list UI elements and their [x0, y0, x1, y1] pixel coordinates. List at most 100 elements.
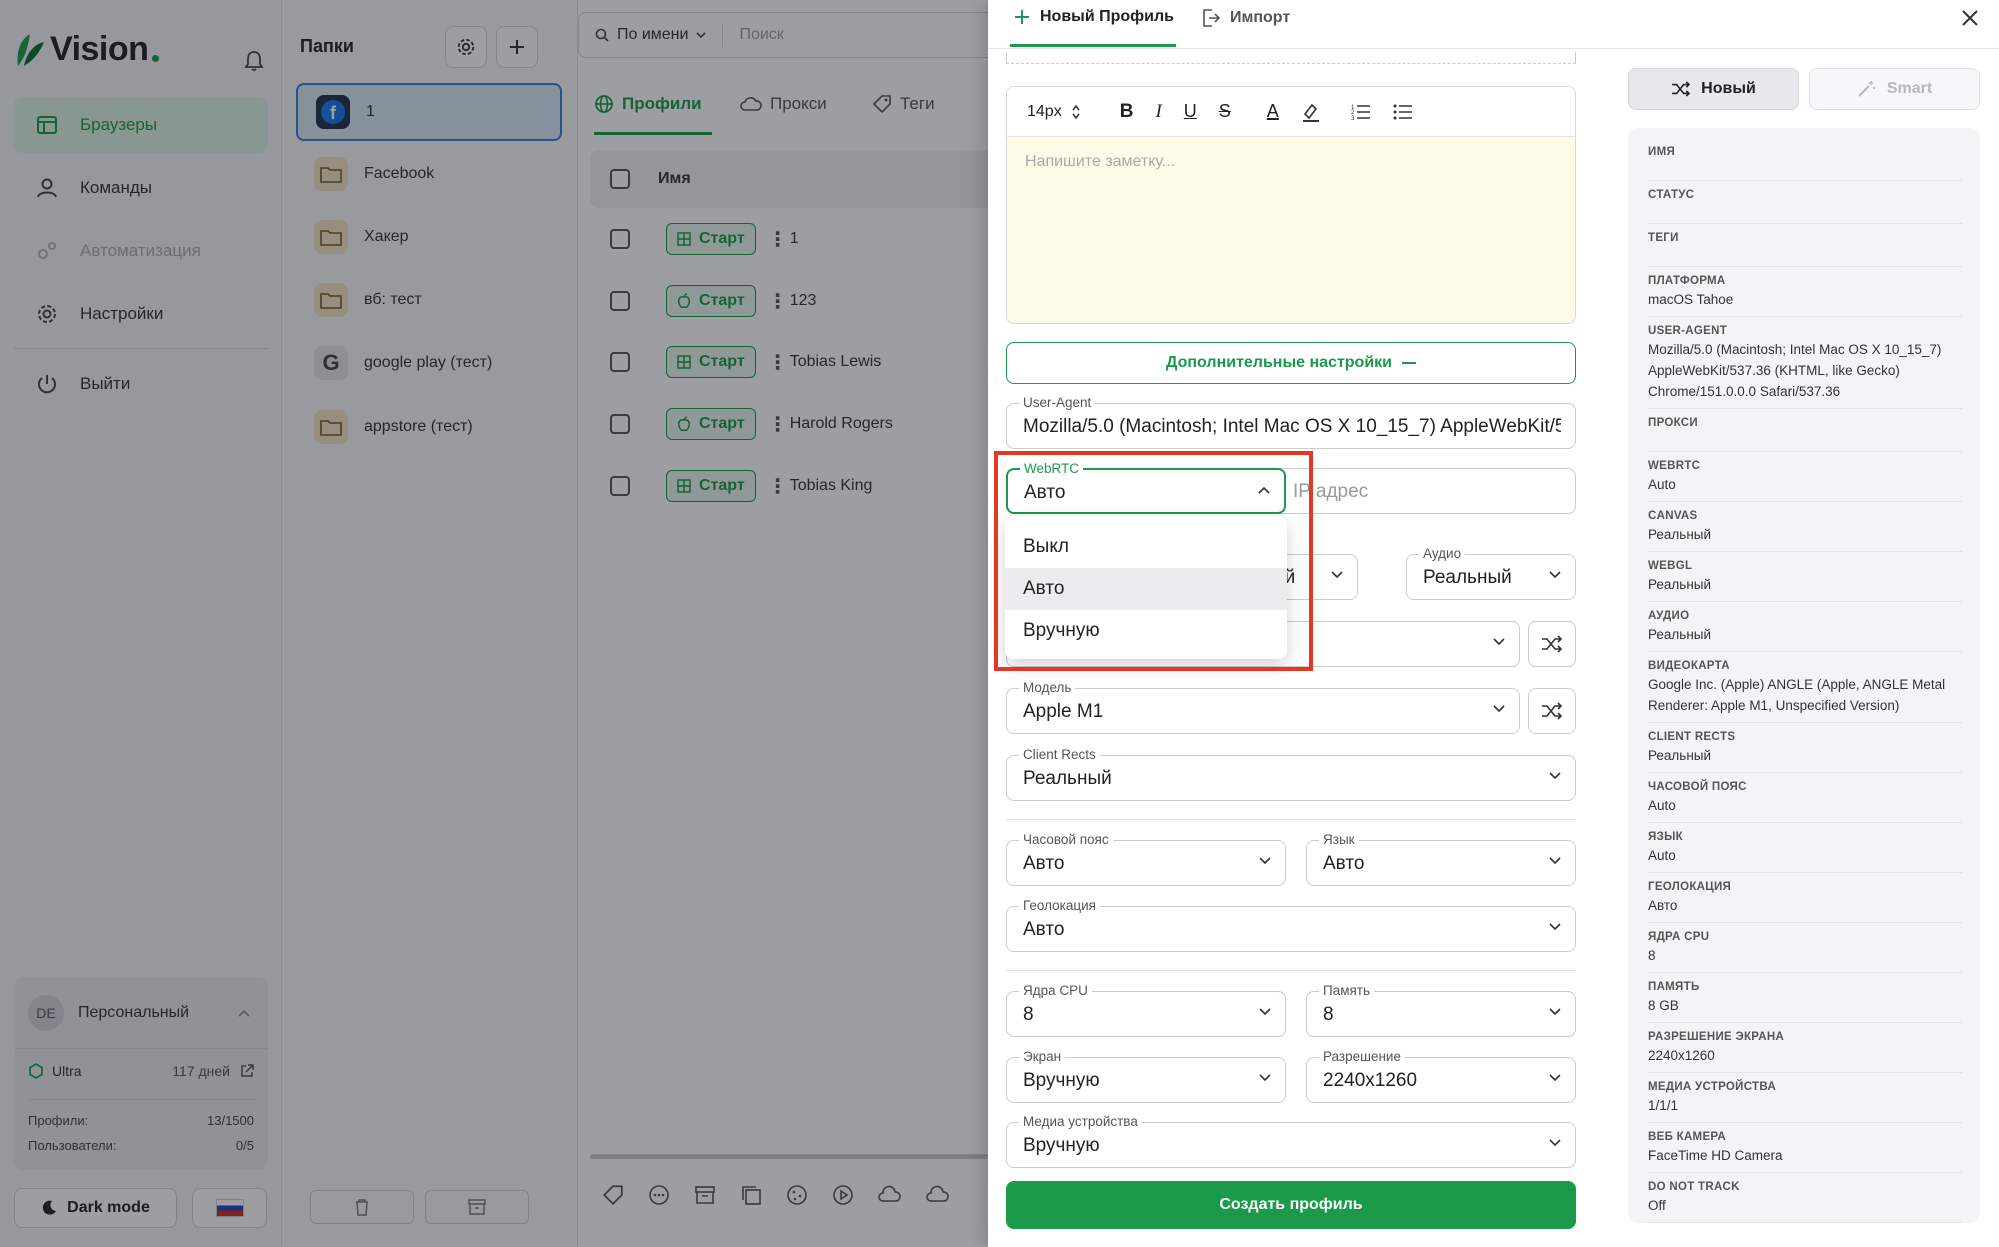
- model-select[interactable]: Модель Apple M1: [1006, 680, 1520, 734]
- randomize-gpu-button[interactable]: [1528, 621, 1576, 667]
- preview-list: Имя Статус Теги Платформа macOS Tahoe User-Ag…: [1648, 138, 1962, 1223]
- preview-value: Реальный: [1648, 627, 1712, 642]
- language-label: Язык: [1319, 832, 1359, 848]
- chevron-down-icon: [1549, 772, 1561, 780]
- timezone-value: Авто: [1023, 853, 1065, 874]
- tab-import[interactable]: Импорт: [1202, 8, 1290, 28]
- strikethrough-icon[interactable]: S: [1219, 101, 1231, 122]
- highlight-color-icon[interactable]: [1301, 102, 1321, 122]
- preview-value: Mozilla/5.0 (Macintosh; Intel Mac OS X 1…: [1648, 342, 1942, 399]
- chevron-down-icon: [1549, 1008, 1561, 1016]
- geolocation-select[interactable]: Геолокация Авто: [1006, 898, 1576, 952]
- screen-label: Экран: [1019, 1049, 1066, 1065]
- media-devices-value: Вручную: [1023, 1135, 1100, 1156]
- screen-select[interactable]: Экран Вручную: [1006, 1049, 1286, 1103]
- bullet-list-icon[interactable]: [1393, 103, 1413, 121]
- note-editor: 14px B I U S A 123 Напишите заметку...: [1006, 86, 1576, 324]
- tab-new-profile[interactable]: Новый Профиль: [1014, 8, 1174, 26]
- preview-value: 8: [1648, 948, 1656, 963]
- client-rects-value: Реальный: [1023, 768, 1112, 789]
- audio-select[interactable]: Аудио Реальный: [1406, 546, 1576, 600]
- modal-backdrop[interactable]: [0, 0, 988, 1247]
- user-agent-value: Mozilla/5.0 (Macintosh; Intel Mac OS X 1…: [1023, 416, 1561, 437]
- advanced-settings-label: Дополнительные настройки: [1166, 354, 1392, 371]
- timezone-select[interactable]: Часовой пояс Авто: [1006, 832, 1286, 886]
- chevron-down-icon: [1259, 1008, 1271, 1016]
- highlight-annotation-box: [994, 451, 1313, 671]
- preview-value: Авто: [1648, 898, 1678, 913]
- mode-new-button[interactable]: Новый: [1628, 68, 1799, 110]
- preview-item: Геолокация Авто: [1648, 873, 1962, 923]
- ordered-list-icon[interactable]: 123: [1351, 103, 1371, 121]
- note-textarea[interactable]: Напишите заметку...: [1007, 137, 1575, 323]
- preview-item: Веб камера FaceTime HD Camera: [1648, 1123, 1962, 1173]
- preview-value: Auto: [1648, 798, 1676, 813]
- tab-new-profile-label: Новый Профиль: [1040, 8, 1174, 25]
- underline-icon[interactable]: U: [1184, 101, 1197, 122]
- media-devices-select[interactable]: Медиа устройства Вручную: [1006, 1114, 1576, 1168]
- font-size-select[interactable]: 14px: [1027, 103, 1080, 121]
- preview-value: [1648, 203, 1962, 217]
- preview-value: Реальный: [1648, 527, 1712, 542]
- geolocation-label: Геолокация: [1019, 898, 1100, 914]
- tab-import-label: Импорт: [1230, 9, 1291, 26]
- preview-value: Реальный: [1648, 577, 1712, 592]
- editor-toolbar: 14px B I U S A 123: [1007, 87, 1575, 137]
- model-label: Модель: [1019, 680, 1076, 696]
- text-color-icon[interactable]: A: [1267, 101, 1279, 122]
- preview-key: Client Rects: [1648, 731, 1736, 743]
- preview-key: Веб камера: [1648, 1131, 1726, 1143]
- chevron-down-icon: [1259, 857, 1271, 865]
- chevron-down-icon: [1493, 705, 1505, 713]
- preview-key: Ядра CPU: [1648, 931, 1710, 943]
- cpu-cores-value: 8: [1023, 1004, 1034, 1025]
- chevron-down-icon: [1549, 923, 1561, 931]
- bold-icon[interactable]: B: [1120, 101, 1134, 123]
- collapsed-section: [1006, 52, 1576, 64]
- chevron-down-icon: [1259, 1074, 1271, 1082]
- font-size-value: 14px: [1027, 102, 1062, 120]
- preview-key: Часовой пояс: [1648, 781, 1747, 793]
- preview-item: Имя: [1648, 138, 1962, 181]
- updown-icon: [1072, 104, 1080, 119]
- italic-icon[interactable]: I: [1155, 101, 1161, 123]
- memory-select[interactable]: Память 8: [1306, 983, 1576, 1037]
- preview-key: Видеокарта: [1648, 660, 1730, 672]
- preview-value: Google Inc. (Apple) ANGLE (Apple, ANGLE …: [1648, 677, 1946, 713]
- language-select[interactable]: Язык Авто: [1306, 832, 1576, 886]
- memory-label: Память: [1319, 983, 1375, 999]
- shuffle-icon: [1541, 635, 1563, 653]
- minus-icon: [1402, 361, 1416, 365]
- shuffle-icon: [1671, 81, 1691, 97]
- user-agent-field[interactable]: User-Agent Mozilla/5.0 (Macintosh; Intel…: [1006, 395, 1576, 449]
- magic-wand-icon: [1857, 80, 1877, 98]
- drawer-tab-underline: [1010, 44, 1176, 47]
- preview-item: Do Not Track Off: [1648, 1173, 1962, 1223]
- preview-key: Do Not Track: [1648, 1181, 1740, 1193]
- preview-item: Аудио Реальный: [1648, 602, 1962, 652]
- resolution-select[interactable]: Разрешение 2240x1260: [1306, 1049, 1576, 1103]
- cpu-cores-select[interactable]: Ядра CPU 8: [1006, 983, 1286, 1037]
- create-profile-button[interactable]: Создать профиль: [1006, 1181, 1576, 1229]
- audio-label: Аудио: [1419, 546, 1466, 562]
- preview-item: WebGL Реальный: [1648, 552, 1962, 602]
- preview-key: Разрешение экрана: [1648, 1031, 1785, 1043]
- preview-value: [1648, 431, 1962, 445]
- preview-key: Геолокация: [1648, 881, 1732, 893]
- randomize-model-button[interactable]: [1528, 688, 1576, 734]
- close-icon[interactable]: [1960, 8, 1980, 28]
- preview-item: Платформа macOS Tahoe: [1648, 267, 1962, 317]
- preview-key: Прокси: [1648, 417, 1698, 429]
- preview-value: [1648, 160, 1962, 174]
- preview-value: 2240x1260: [1648, 1048, 1715, 1063]
- advanced-settings-toggle[interactable]: Дополнительные настройки: [1006, 342, 1576, 384]
- chevron-down-icon: [1549, 571, 1561, 579]
- mode-smart-button[interactable]: Smart: [1809, 68, 1980, 110]
- preview-key: WebRTC: [1648, 460, 1701, 472]
- profile-preview-panel: Имя Статус Теги Платформа macOS Tahoe User-Ag…: [1628, 128, 1980, 1223]
- cpu-cores-label: Ядра CPU: [1019, 983, 1092, 999]
- preview-key: Canvas: [1648, 510, 1698, 522]
- preview-value: FaceTime HD Camera: [1648, 1148, 1783, 1163]
- preview-key: User-Agent: [1648, 325, 1728, 337]
- client-rects-select[interactable]: Client Rects Реальный: [1006, 747, 1576, 801]
